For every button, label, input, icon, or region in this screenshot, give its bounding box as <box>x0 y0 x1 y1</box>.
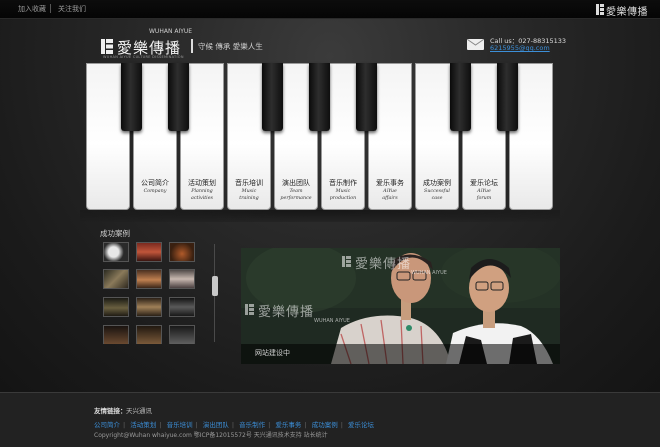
top-logo-text: 愛樂傳播 <box>606 7 648 18</box>
nav-key-label: 活动策划 <box>188 179 216 187</box>
nav-key-sublabel: Music production <box>329 189 357 201</box>
add-favorite-link[interactable]: 加入收藏 <box>18 4 46 14</box>
piano-black-key <box>450 63 471 131</box>
logo-divider <box>191 39 193 53</box>
nav-key-sublabel: Planning activities <box>190 189 213 201</box>
piano-nav: 公司简介 Company 活动策划 Planning activities 音乐… <box>86 63 554 213</box>
footer-nav-company[interactable]: 公司简介 <box>94 421 120 429</box>
top-logo[interactable]: 愛樂傳播 <box>596 3 648 18</box>
photo-watermark: 愛樂傳播 <box>258 305 315 320</box>
footer-nav-separator: | <box>231 421 235 429</box>
logo-mark-icon <box>101 39 113 54</box>
footer-nav: 公司简介 | 活动策划 | 音乐培训 | 演出团队 | 音乐制作 | 爱乐事务 | 成功案例… <box>94 419 374 429</box>
case-thumbnails <box>100 242 200 344</box>
case-thumbnail[interactable] <box>169 269 195 289</box>
photo-watermark-pinyin: WUHAN AIYUE <box>411 270 447 276</box>
logo-mark-icon <box>596 4 604 15</box>
nav-key-label: 成功案例 <box>423 179 451 187</box>
logo-pinyin: WUHAN AIYUE <box>149 28 193 35</box>
footer-nav-forum[interactable]: 爱乐论坛 <box>348 421 374 429</box>
nav-key-sublabel: Successful case <box>424 189 450 201</box>
piano-black-key <box>497 63 518 131</box>
footer: 友情链接： 天兴通讯 公司简介 | 活动策划 | 音乐培训 | 演出团队 | 音乐制作 |… <box>0 392 660 447</box>
footer-nav-cases[interactable]: 成功案例 <box>312 421 338 429</box>
footer-nav-training[interactable]: 音乐培训 <box>167 421 193 429</box>
nav-key-sublabel: AiYue forum <box>476 189 492 201</box>
case-thumbnail[interactable] <box>103 269 129 289</box>
nav-key-label: 演出团队 <box>282 179 310 187</box>
footer-nav-affairs[interactable]: 爱乐事务 <box>275 421 301 429</box>
nav-key-label: 爱乐事务 <box>376 179 404 187</box>
nav-key-sublabel: Company <box>143 189 167 194</box>
top-bar-divider <box>50 4 51 13</box>
photo-watermark: 愛樂傳播 <box>355 257 412 272</box>
case-thumbnail[interactable] <box>169 325 195 344</box>
copyright: Copyright@Wuhan whaiyue.com 鄂ICP备1201557… <box>94 432 328 439</box>
cases-title: 成功案例 <box>100 229 130 238</box>
photo-caption: 网站建设中 <box>255 349 290 357</box>
piano-shadow <box>80 210 560 222</box>
footer-nav-separator: | <box>123 421 126 429</box>
case-thumbnail[interactable] <box>169 242 195 262</box>
friend-links-label: 友情链接： <box>94 407 127 415</box>
piano-black-key <box>121 63 142 131</box>
mail-icon[interactable] <box>467 39 484 50</box>
case-thumbnail[interactable] <box>169 297 195 317</box>
case-thumbnail[interactable] <box>136 242 162 262</box>
footer-nav-team[interactable]: 演出团队 <box>203 421 229 429</box>
nav-key-sublabel: Team performance <box>280 189 312 201</box>
nav-key-sublabel: AiYue affairs <box>382 189 398 201</box>
qq-email-link[interactable]: 6215955@qq.com <box>490 44 550 52</box>
nav-key-sublabel: Music training <box>239 189 259 201</box>
footer-nav-production[interactable]: 音乐制作 <box>239 421 265 429</box>
case-thumbnail[interactable] <box>103 297 129 317</box>
slogan: 守候 傳承 愛樂人生 <box>198 42 263 51</box>
featured-case-photo[interactable]: 愛樂傳播 WUHAN AIYUE 愛樂傳播 WUHAN AIYUE 网站建设中 <box>241 248 560 364</box>
case-thumbnail[interactable] <box>136 269 162 289</box>
nav-key-label: 音乐培训 <box>235 179 263 187</box>
nav-key-label: 爱乐论坛 <box>470 179 498 187</box>
footer-nav-planning[interactable]: 活动策划 <box>130 421 156 429</box>
case-thumbnail[interactable] <box>136 297 162 317</box>
nav-key-label: 音乐制作 <box>329 179 357 187</box>
case-thumbnail[interactable] <box>136 325 162 344</box>
footer-nav-separator: | <box>304 421 307 429</box>
contact-block: Call us：027-88315133 6215955@qq.com <box>467 37 567 59</box>
footer-nav-separator: | <box>268 421 271 429</box>
case-thumbnail[interactable] <box>103 325 129 344</box>
footer-nav-separator: | <box>195 421 198 429</box>
footer-nav-separator: | <box>159 421 162 429</box>
thumbnail-scrollbar-handle[interactable] <box>212 276 218 296</box>
follow-us-link[interactable]: 关注我们 <box>58 4 86 14</box>
footer-nav-separator: | <box>340 421 343 429</box>
piano-black-key <box>356 63 377 131</box>
piano-black-key <box>168 63 189 131</box>
top-bar: 加入收藏 关注我们 愛樂傳播 <box>0 0 660 19</box>
case-thumbnail[interactable] <box>103 242 129 262</box>
logo-english: WUHAN AIYUE CULTURE DISSEMINATION <box>103 55 184 59</box>
nav-key-label: 公司简介 <box>141 179 169 187</box>
piano-black-key <box>309 63 330 131</box>
site-logo[interactable]: WUHAN AIYUE 愛樂傳播 WUHAN AIYUE CULTURE DIS… <box>101 28 271 65</box>
photo-watermark-pinyin: WUHAN AIYUE <box>314 318 350 324</box>
friend-link[interactable]: 天兴通讯 <box>126 405 152 415</box>
piano-black-key <box>262 63 283 131</box>
